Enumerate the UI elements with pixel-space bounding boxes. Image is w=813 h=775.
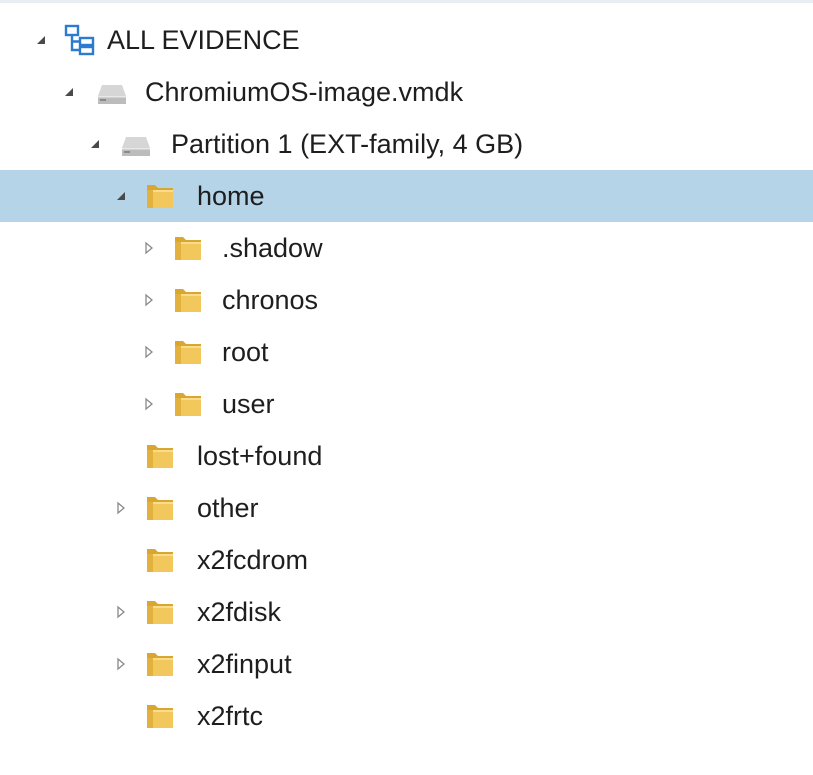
folder-icon [144,180,176,212]
tree-row-x2frtc[interactable]: x2frtc [0,690,813,742]
collapsed-arrow-icon[interactable] [114,657,128,671]
folder-icon [172,232,204,264]
tree-node-label: ALL EVIDENCE [107,25,300,55]
tree-row-shadow[interactable]: .shadow [0,222,813,274]
collapsed-arrow-icon[interactable] [114,501,128,515]
collapsed-arrow-icon[interactable] [142,293,156,307]
tree-node-label: chronos [222,285,319,315]
folder-icon [144,440,176,472]
tree-row-x2fdisk[interactable]: x2fdisk [0,586,813,638]
tree-row-x2finput[interactable]: x2finput [0,638,813,690]
folder-icon [144,596,176,628]
tree-node-label: x2frtc [197,701,264,731]
expanded-arrow-icon[interactable] [62,85,76,99]
folder-icon [172,336,204,368]
tree-row-other[interactable]: other [0,482,813,534]
evidence-tree-icon [64,24,96,56]
tree-node-label: user [222,389,275,419]
tree-node-label: other [197,493,259,523]
tree-node-label: lost+found [197,441,323,471]
expanded-arrow-icon[interactable] [114,189,128,203]
tree-node-label: .shadow [222,233,323,263]
partition-drive-icon [120,128,152,160]
tree-row-partition[interactable]: Partition 1 (EXT-family, 4 GB) [0,118,813,170]
collapsed-arrow-icon[interactable] [142,345,156,359]
folder-icon [144,700,176,732]
tree-row-user[interactable]: user [0,378,813,430]
evidence-tree: ALL EVIDENCE ChromiumOS-image.vmdk Parti… [0,0,813,775]
tree-node-label: home [197,181,265,211]
expanded-arrow-icon[interactable] [34,33,48,47]
folder-icon [144,648,176,680]
tree-row-x2fcdrom[interactable]: x2fcdrom [0,534,813,586]
folder-icon [172,284,204,316]
tree-row-chronos[interactable]: chronos [0,274,813,326]
expanded-arrow-icon[interactable] [88,137,102,151]
collapsed-arrow-icon[interactable] [142,241,156,255]
tree-row-lost-found[interactable]: lost+found [0,430,813,482]
collapsed-arrow-icon[interactable] [142,397,156,411]
tree-row-all-evidence[interactable]: ALL EVIDENCE [0,14,813,66]
tree-node-label: x2fcdrom [197,545,309,575]
collapsed-arrow-icon[interactable] [114,605,128,619]
tree-row-root[interactable]: root [0,326,813,378]
tree-node-label: Partition 1 (EXT-family, 4 GB) [171,129,524,159]
tree-row-disk-image[interactable]: ChromiumOS-image.vmdk [0,66,813,118]
tree-row-home[interactable]: home [0,170,813,222]
tree-node-label: ChromiumOS-image.vmdk [145,77,464,107]
tree-node-label: root [222,337,269,367]
folder-icon [172,388,204,420]
top-divider [0,0,813,3]
tree-node-label: x2finput [197,649,292,679]
disk-image-icon [96,76,128,108]
folder-icon [144,492,176,524]
tree-node-label: x2fdisk [197,597,282,627]
folder-icon [144,544,176,576]
